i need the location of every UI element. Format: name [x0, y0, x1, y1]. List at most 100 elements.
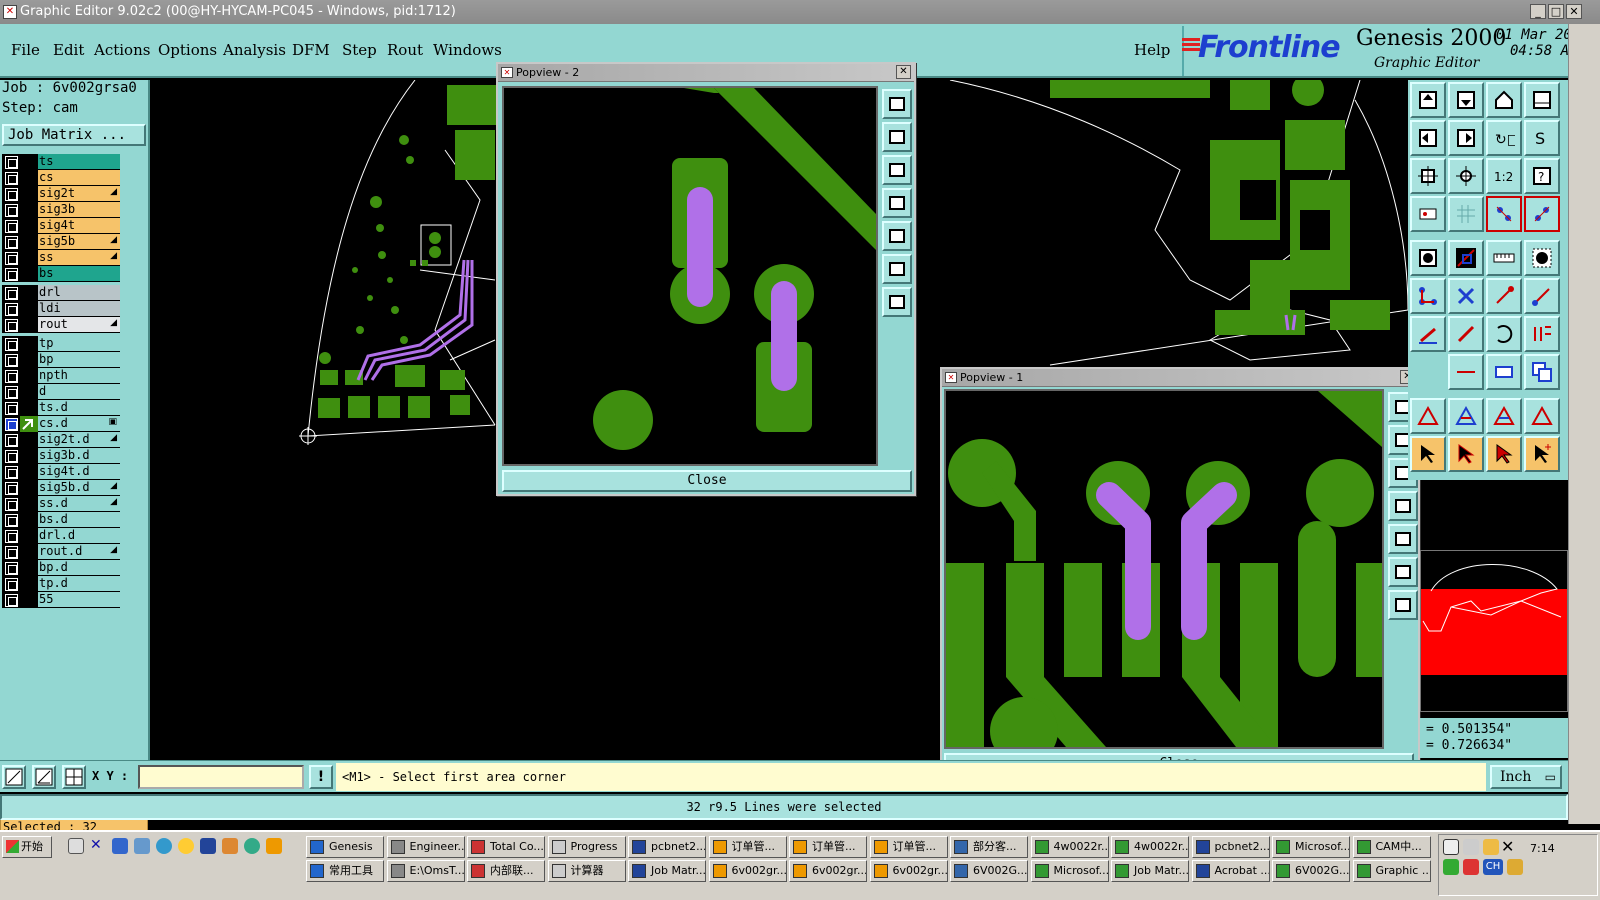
layer-checkbox[interactable] — [5, 529, 18, 543]
select-pad-tool-icon[interactable] — [1524, 240, 1560, 276]
taskbar-button[interactable]: Engineer... — [386, 836, 465, 858]
help-tool-icon[interactable]: ? — [1524, 158, 1560, 194]
layer-checkbox[interactable] — [5, 433, 18, 447]
tray-edit-icon[interactable] — [1463, 839, 1479, 855]
taskbar-button[interactable]: 常用工具 — [306, 860, 384, 882]
layer-name[interactable]: ts.d — [38, 400, 120, 415]
layer-row[interactable]: sig3b — [2, 202, 120, 218]
tray-app-icon[interactable] — [1507, 859, 1523, 875]
parallel-tool-icon[interactable] — [1524, 316, 1560, 352]
layer-checkbox[interactable] — [5, 353, 18, 367]
taskbar-button[interactable]: 订单管... — [708, 836, 787, 858]
layer-row[interactable]: tp.d — [2, 576, 120, 592]
tray-pen-icon[interactable] — [1463, 859, 1479, 875]
layer-row[interactable]: sig5b ◢ — [2, 234, 120, 250]
layer-name[interactable]: 55 — [38, 592, 120, 607]
taskbar-button[interactable]: 计算器 — [547, 860, 626, 882]
window-tool-icon[interactable] — [1524, 82, 1560, 118]
layer-row[interactable]: tp — [2, 336, 120, 352]
cross-tool-icon[interactable] — [1448, 278, 1484, 314]
taskbar-button[interactable]: 6v002gr... — [869, 860, 948, 882]
zoom-1to2-tool-icon[interactable]: 1:2 — [1486, 158, 1522, 194]
layer-name[interactable]: rout.d — [38, 544, 120, 559]
measure-tool-icon[interactable] — [1448, 240, 1484, 276]
arc-tool-icon[interactable] — [1486, 316, 1522, 352]
zoom-in-button[interactable] — [1388, 557, 1418, 587]
zoom-out-button[interactable] — [882, 287, 912, 317]
palette-tool-icon[interactable] — [1410, 196, 1446, 232]
board-overview[interactable] — [1420, 550, 1568, 712]
layer-name[interactable]: sig2t.d — [38, 432, 120, 447]
layer-row[interactable]: rout ◢ — [2, 317, 120, 333]
tray-s-icon[interactable] — [1443, 859, 1459, 875]
layer-row[interactable]: ts.d — [2, 400, 120, 416]
layer-checkbox[interactable] — [5, 235, 18, 249]
units-selector[interactable]: Inch ▭ — [1490, 765, 1562, 789]
layer-name[interactable]: cs — [38, 170, 120, 185]
popview-1-titlebar[interactable]: ✕ Popview - 1 — [942, 369, 1418, 387]
layer-checkbox[interactable] — [5, 302, 18, 316]
layer-row[interactable]: d — [2, 384, 120, 400]
layer-row[interactable]: bs — [2, 266, 120, 282]
menu-actions[interactable]: Actions — [94, 41, 150, 59]
redraw-tool-icon[interactable]: ↻□ — [1486, 120, 1522, 156]
pan-down-button[interactable] — [882, 155, 912, 185]
layer-checkbox[interactable] — [5, 497, 18, 511]
layer-row[interactable]: drl — [2, 285, 120, 301]
triangle2-tool-icon[interactable] — [1448, 398, 1484, 434]
menu-options[interactable]: Options — [158, 41, 217, 59]
angle-mode-icon[interactable] — [32, 765, 56, 789]
quicklaunch-edit-icon[interactable] — [68, 838, 84, 854]
taskbar-button[interactable]: 内部联... — [467, 860, 545, 882]
triangle-tool-icon[interactable] — [1410, 398, 1446, 434]
draw-line-tool-icon[interactable] — [1410, 316, 1446, 352]
taskbar-button[interactable]: E:\OmsT... — [386, 860, 465, 882]
layer-row[interactable]: sig4t.d — [2, 464, 120, 480]
layer-name[interactable]: sig3b.d — [38, 448, 120, 463]
taskbar-button[interactable]: 6V002G... — [950, 860, 1028, 882]
layer-checkbox[interactable] — [5, 577, 18, 591]
popview-2-close-icon[interactable]: ✕ — [896, 65, 911, 79]
layer-checkbox[interactable] — [5, 561, 18, 575]
taskbar-button[interactable]: pcbnet2... — [628, 836, 706, 858]
layer-row[interactable]: cs — [2, 170, 120, 186]
layer-name[interactable]: drl.d — [38, 528, 120, 543]
job-matrix-button[interactable]: Job Matrix ... — [2, 124, 146, 146]
quicklaunch-shield-icon[interactable] — [112, 838, 128, 854]
menu-dfm[interactable]: DFM — [292, 41, 330, 59]
layer-row[interactable]: sig3b.d — [2, 448, 120, 464]
taskbar-button[interactable]: Genesis — [306, 836, 384, 858]
dimension-tool-icon[interactable] — [1486, 354, 1522, 390]
layer-name[interactable]: sig4t.d — [38, 464, 120, 479]
menu-rout[interactable]: Rout — [387, 41, 423, 59]
layer-name[interactable]: sig4t — [38, 218, 120, 233]
pan-left-button[interactable] — [882, 188, 912, 218]
taskbar-button[interactable]: Acrobat ... — [1191, 860, 1270, 882]
layer-row[interactable]: sig2t.d ◢ — [2, 432, 120, 448]
swap-tool-icon[interactable]: S — [1524, 120, 1560, 156]
popview-2-canvas[interactable] — [502, 86, 878, 466]
line2-tool-icon[interactable] — [1524, 278, 1560, 314]
layer-row[interactable]: ts — [2, 154, 120, 170]
pointer-tool-icon[interactable] — [1410, 436, 1446, 472]
layer-name[interactable]: sig5b.d — [38, 480, 120, 495]
layer-checkbox[interactable] — [5, 318, 18, 332]
layer-checkbox[interactable] — [5, 267, 18, 281]
layer-name[interactable]: d — [38, 384, 120, 399]
close-window-button[interactable]: ✕ — [1566, 4, 1582, 19]
zoom-fit-tool-icon[interactable] — [1410, 158, 1446, 194]
pointer3-tool-icon[interactable] — [1486, 436, 1522, 472]
pointer2-tool-icon[interactable] — [1448, 436, 1484, 472]
menu-edit[interactable]: Edit — [53, 41, 84, 59]
menu-step[interactable]: Step — [342, 41, 377, 59]
taskbar-button[interactable]: Graphic ... — [1352, 860, 1431, 882]
zoom-in-button[interactable] — [882, 254, 912, 284]
ruler-tool-icon[interactable] — [1486, 240, 1522, 276]
triangle4-tool-icon[interactable] — [1524, 398, 1560, 434]
layer-name[interactable]: sig2t — [38, 186, 120, 201]
taskbar-button[interactable]: 订单管... — [789, 836, 867, 858]
taskbar-button[interactable]: Job Matr... — [628, 860, 706, 882]
quicklaunch-user-icon[interactable] — [134, 838, 150, 854]
layer-checkbox[interactable] — [5, 171, 18, 185]
layer-checkbox[interactable] — [5, 465, 18, 479]
